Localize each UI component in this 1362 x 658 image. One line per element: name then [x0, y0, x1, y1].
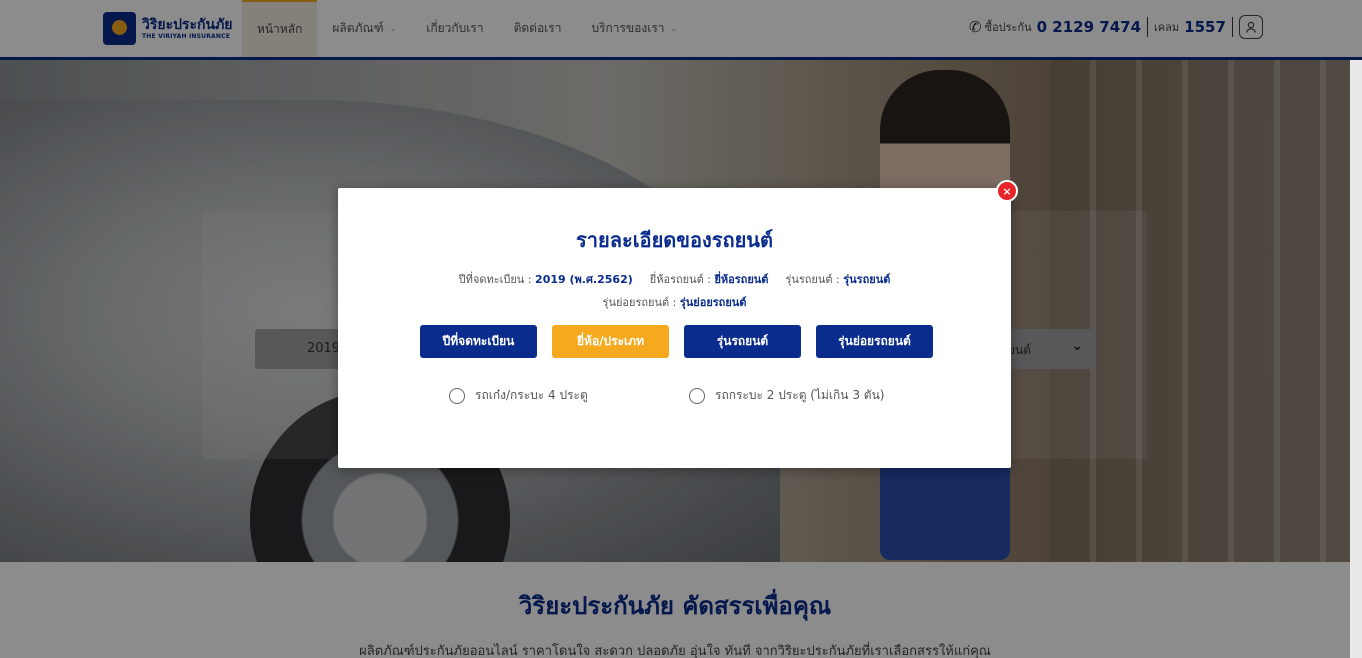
car-submodel-summary: รุ่นย่อยรถยนต์ : รุ่นย่อยรถยนต์	[338, 293, 1011, 311]
model-label: รุ่นรถยนต์ :	[785, 273, 840, 286]
step-tabs: ปีที่จดทะเบียน ยี่ห้อ/ประเภท รุ่นรถยนต์ …	[420, 325, 933, 358]
brand-value: ยี่ห้อรถยนต์	[714, 273, 769, 286]
modal-title: รายละเอียดของรถยนต์	[576, 228, 773, 252]
step-year-button[interactable]: ปีที่จดทะเบียน	[420, 325, 537, 358]
model-value: รุ่นรถยนต์	[843, 273, 891, 286]
car-details-summary: ปีที่จดทะเบียน : 2019 (พ.ศ.2562) ยี่ห้อร…	[338, 270, 1011, 288]
modal-backdrop-header[interactable]	[0, 0, 1362, 60]
step-submodel-button[interactable]: รุ่นย่อยรถยนต์	[816, 325, 933, 358]
car-type-options: รถเก๋ง/กระบะ 4 ประตู รถกระบะ 2 ประตู (ไม…	[449, 386, 969, 406]
option-pickup-2door[interactable]: รถกระบะ 2 ประตู (ไม่เกิน 3 ตัน)	[689, 386, 884, 405]
year-value: 2019 (พ.ศ.2562)	[535, 273, 633, 286]
radio-button[interactable]	[689, 387, 705, 404]
step-brand-button[interactable]: ยี่ห้อ/ประเภท	[552, 325, 669, 358]
page-scrollbar[interactable]	[1350, 60, 1362, 658]
close-button[interactable]: ×	[996, 180, 1018, 202]
option-sedan-pickup-4door[interactable]: รถเก๋ง/กระบะ 4 ประตู	[449, 386, 588, 405]
submodel-value: รุ่นย่อยรถยนต์	[679, 296, 747, 309]
step-model-button[interactable]: รุ่นรถยนต์	[684, 325, 801, 358]
year-label: ปีที่จดทะเบียน :	[458, 273, 532, 286]
brand-label: ยี่ห้อรถยนต์ :	[649, 273, 711, 286]
modal-backdrop-lower[interactable]	[0, 562, 1362, 658]
radio-button[interactable]	[449, 387, 465, 404]
car-details-modal: รายละเอียดของรถยนต์ ปีที่จดทะเบียน : 201…	[338, 188, 1011, 468]
submodel-label: รุ่นย่อยรถยนต์ :	[602, 296, 677, 309]
